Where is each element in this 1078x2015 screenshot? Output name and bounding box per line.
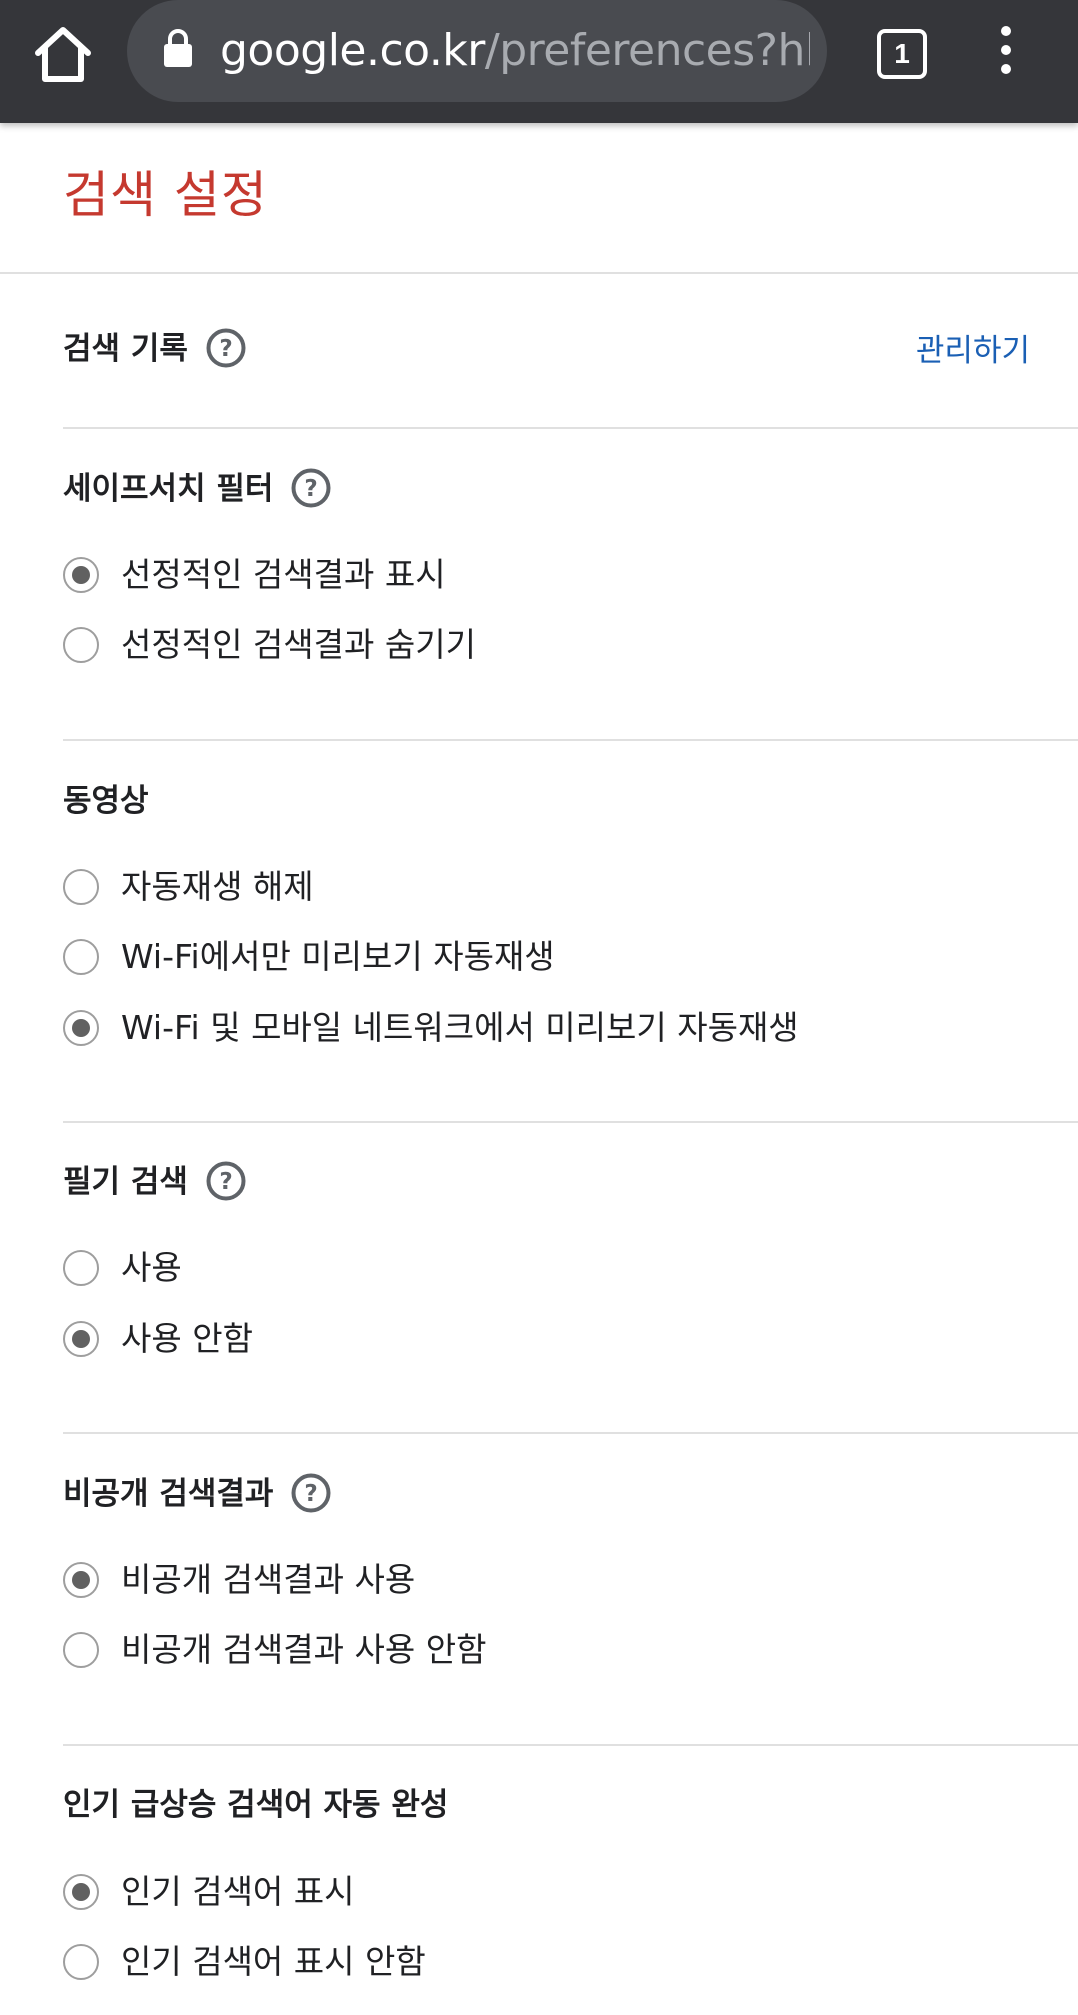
radio-button-selected[interactable] [63, 1874, 99, 1910]
option-label: 자동재생 해제 [121, 867, 314, 906]
handwrite-title: 필기 검색? [63, 1160, 246, 1204]
help-icon[interactable]: ? [206, 1161, 246, 1201]
help-icon[interactable]: ? [206, 328, 246, 368]
option-label: 선정적인 검색결과 숨기기 [121, 625, 476, 664]
radio-button-selected[interactable] [63, 1321, 99, 1357]
option-label: 비공개 검색결과 사용 [121, 1560, 416, 1599]
tab-switcher-button[interactable]: 1 [877, 29, 927, 79]
radio-button[interactable] [63, 1250, 99, 1286]
safesearch-label: 세이프서치 필터 [63, 471, 274, 507]
private-results-option-off[interactable]: 비공개 검색결과 사용 안함 [63, 1628, 486, 1672]
svg-text:?: ? [305, 1481, 318, 1507]
search-history-label: 검색 기록 [63, 331, 188, 367]
radio-button[interactable] [63, 627, 99, 663]
trending-option-show[interactable]: 인기 검색어 표시 [63, 1870, 355, 1914]
safesearch-option-hide[interactable]: 선정적인 검색결과 숨기기 [63, 623, 476, 667]
option-label: 비공개 검색결과 사용 안함 [121, 1630, 487, 1669]
section-divider [63, 1744, 1078, 1746]
option-label: Wi-Fi 및 모바일 네트워크에서 미리보기 자동재생 [121, 1008, 799, 1047]
private-results-option-on[interactable]: 비공개 검색결과 사용 [63, 1558, 415, 1602]
option-label: 인기 검색어 표시 안함 [121, 1942, 426, 1981]
option-label: 인기 검색어 표시 [121, 1872, 355, 1911]
search-history-title: 검색 기록? [63, 327, 246, 371]
safesearch-option-show[interactable]: 선정적인 검색결과 표시 [63, 553, 446, 597]
help-icon[interactable]: ? [291, 1473, 331, 1513]
address-bar[interactable]: google.co.kr/preferences?hl= [127, 0, 827, 102]
title-divider [0, 272, 1078, 274]
videos-option-off[interactable]: 자동재생 해제 [63, 865, 314, 909]
browser-toolbar: google.co.kr/preferences?hl= 1 [0, 0, 1078, 123]
option-label: 사용 안함 [121, 1319, 253, 1358]
videos-label: 동영상 [63, 783, 149, 819]
videos-title: 동영상 [63, 779, 149, 823]
radio-button-selected[interactable] [63, 557, 99, 593]
radio-button[interactable] [63, 939, 99, 975]
handwrite-option-off[interactable]: 사용 안함 [63, 1317, 253, 1361]
safesearch-title: 세이프서치 필터? [63, 467, 331, 511]
trending-title: 인기 급상승 검색어 자동 완성 [63, 1783, 448, 1827]
private-results-title: 비공개 검색결과? [63, 1472, 331, 1516]
videos-option-wifi-mobile[interactable]: Wi-Fi 및 모바일 네트워크에서 미리보기 자동재생 [63, 1006, 799, 1050]
home-icon[interactable] [30, 22, 96, 88]
radio-button[interactable] [63, 1632, 99, 1668]
section-divider [63, 427, 1078, 429]
private-results-label: 비공개 검색결과 [63, 1476, 274, 1512]
handwrite-option-on[interactable]: 사용 [63, 1246, 182, 1290]
section-divider [63, 1432, 1078, 1434]
url-host: google.co.kr [220, 25, 485, 76]
help-icon[interactable]: ? [291, 468, 331, 508]
manage-history-link[interactable]: 관리하기 [916, 329, 1030, 373]
option-label: 사용 [121, 1248, 182, 1287]
radio-button[interactable] [63, 869, 99, 905]
radio-button[interactable] [63, 1944, 99, 1980]
videos-option-wifi[interactable]: Wi-Fi에서만 미리보기 자동재생 [63, 935, 555, 979]
handwrite-label: 필기 검색 [63, 1164, 188, 1200]
radio-button-selected[interactable] [63, 1562, 99, 1598]
page-title: 검색 설정 [63, 166, 268, 224]
url-text[interactable]: google.co.kr/preferences?hl= [220, 23, 810, 79]
svg-text:?: ? [219, 336, 232, 362]
svg-text:?: ? [305, 476, 318, 502]
radio-button-selected[interactable] [63, 1010, 99, 1046]
trending-option-hide[interactable]: 인기 검색어 표시 안함 [63, 1940, 426, 1984]
option-label: 선정적인 검색결과 표시 [121, 555, 446, 594]
option-label: Wi-Fi에서만 미리보기 자동재생 [121, 937, 555, 976]
section-divider [63, 1121, 1078, 1123]
more-menu-icon[interactable] [994, 26, 1018, 76]
trending-label: 인기 급상승 검색어 자동 완성 [63, 1787, 449, 1823]
section-divider [63, 739, 1078, 741]
svg-text:?: ? [219, 1169, 232, 1195]
url-path: /preferences?hl= [484, 25, 810, 76]
lock-icon [163, 28, 193, 68]
